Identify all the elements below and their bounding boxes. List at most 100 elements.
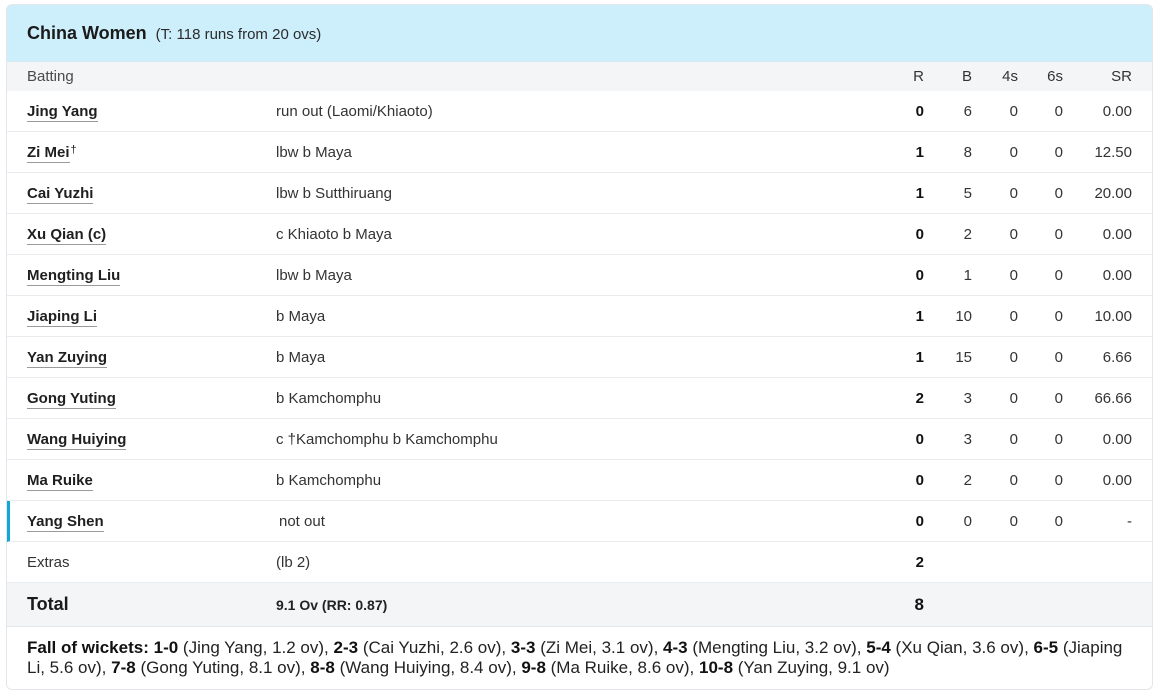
batter-name-cell: Gong Yuting xyxy=(27,389,116,409)
balls-cell: 15 xyxy=(955,348,972,366)
strike-rate-cell: 0.00 xyxy=(1102,225,1132,243)
sixes-cell: 0 xyxy=(1054,102,1063,120)
batter-name-cell: Cai Yuzhi xyxy=(27,184,94,204)
wicket-score: 3-3 xyxy=(510,638,536,657)
strike-rate-cell: 10.00 xyxy=(1094,307,1132,325)
wicket-detail: (Gong Yuting, 8.1 ov) xyxy=(140,658,301,677)
strike-rate-cell: 66.66 xyxy=(1094,389,1132,407)
strike-rate-cell: 0.00 xyxy=(1102,102,1132,120)
batter-list: Jing Yang run out (Laomi/Khiaoto) 0 6 0 0 0.00… xyxy=(7,91,1152,542)
batter-name-link[interactable]: Yan Zuying xyxy=(27,348,108,368)
wicket-detail: (Xu Qian, 3.6 ov) xyxy=(895,638,1025,657)
fours-cell: 0 xyxy=(1009,512,1018,530)
extras-label: Extras xyxy=(27,553,70,571)
balls-cell: 3 xyxy=(963,430,972,448)
wicket-detail: (Ma Ruike, 8.6 ov) xyxy=(550,658,690,677)
wicket-score: 6-5 xyxy=(1033,638,1059,657)
balls-cell: 0 xyxy=(963,512,972,530)
batter-name-link[interactable]: Jiaping Li xyxy=(27,307,98,327)
wicketkeeper-mark: † xyxy=(70,143,77,156)
team-header: China Women (T: 118 runs from 20 ovs) xyxy=(7,5,1152,62)
batter-name-link[interactable]: Mengting Liu xyxy=(27,266,121,286)
batter-name-link[interactable]: Zi Mei xyxy=(27,143,70,163)
runs-cell: 1 xyxy=(915,348,924,366)
dismissal-text: lbw b Maya xyxy=(276,266,352,284)
batter-name-link[interactable]: Jing Yang xyxy=(27,102,98,122)
fours-cell: 0 xyxy=(1009,471,1018,489)
batter-name-cell: Xu Qian (c) xyxy=(27,225,107,245)
fours-cell: 0 xyxy=(1009,225,1018,243)
sixes-cell: 0 xyxy=(1054,389,1063,407)
wicket-detail: (Yan Zuying, 9.1 ov) xyxy=(737,658,890,677)
target-info: (T: 118 runs from 20 ovs) xyxy=(155,25,322,43)
balls-cell: 2 xyxy=(963,471,972,489)
fours-cell: 0 xyxy=(1009,430,1018,448)
batter-row: Yan Zuying b Maya 1 15 0 0 6.66 xyxy=(7,337,1152,378)
runs-cell: 0 xyxy=(915,512,924,530)
strike-rate-cell: 0.00 xyxy=(1102,471,1132,489)
strike-rate-cell: 20.00 xyxy=(1094,184,1132,202)
wicket-score: 5-4 xyxy=(866,638,891,657)
batting-header-row: Batting R B 4s 6s SR xyxy=(7,62,1152,91)
dismissal-text: lbw b Sutthiruang xyxy=(276,184,392,202)
fall-of-wickets-label: Fall of wickets: xyxy=(27,638,149,657)
fours-cell: 0 xyxy=(1009,348,1018,366)
batter-name-link[interactable]: Yang Shen xyxy=(27,512,104,532)
strike-rate-cell: 0.00 xyxy=(1102,430,1132,448)
dismissal-text: run out (Laomi/Khiaoto) xyxy=(276,102,433,120)
balls-cell: 1 xyxy=(963,266,972,284)
batter-row: Xu Qian (c) c Khiaoto b Maya 0 2 0 0 0.00 xyxy=(7,214,1152,255)
dismissal-text: b Maya xyxy=(276,348,326,366)
batter-row: Wang Huiying c †Kamchomphu b Kamchomphu 0 3… xyxy=(7,419,1152,460)
runs-cell: 0 xyxy=(915,225,924,243)
wicket-score: 8-8 xyxy=(310,658,335,677)
batter-row: Zi Mei† lbw b Maya 1 8 0 0 12.50 xyxy=(7,132,1152,173)
wicket-detail: (Wang Huiying, 8.4 ov) xyxy=(339,658,512,677)
balls-column-header: B xyxy=(961,68,972,85)
batter-name-link[interactable]: Xu Qian (c) xyxy=(27,225,107,245)
batter-name-cell: Zi Mei† xyxy=(27,143,77,163)
sixes-cell: 0 xyxy=(1054,348,1063,366)
dismissal-text: not out xyxy=(279,512,325,530)
strike-rate-cell: - xyxy=(1127,512,1132,530)
batter-name-cell: Ma Ruike xyxy=(27,471,93,491)
total-row: Total 9.1 Ov (RR: 0.87) 8 xyxy=(7,583,1152,627)
strike-rate-column-header: SR xyxy=(1111,68,1132,85)
sixes-cell: 0 xyxy=(1054,184,1063,202)
batter-row: Mengting Liu lbw b Maya 0 1 0 0 0.00 xyxy=(7,255,1152,296)
sixes-cell: 0 xyxy=(1054,307,1063,325)
runs-cell: 0 xyxy=(915,266,924,284)
runs-cell: 1 xyxy=(915,143,924,161)
fours-cell: 0 xyxy=(1009,389,1018,407)
batter-row: Ma Ruike b Kamchomphu 0 2 0 0 0.00 xyxy=(7,460,1152,501)
balls-cell: 2 xyxy=(963,225,972,243)
sixes-cell: 0 xyxy=(1054,225,1063,243)
total-label: Total xyxy=(27,594,69,614)
fours-cell: 0 xyxy=(1009,266,1018,284)
batter-row: Cai Yuzhi lbw b Sutthiruang 1 5 0 0 20.00 xyxy=(7,173,1152,214)
batter-name-cell: Yang Shen xyxy=(27,512,104,532)
sixes-cell: 0 xyxy=(1054,266,1063,284)
extras-detail: (lb 2) xyxy=(276,553,311,571)
sixes-cell: 0 xyxy=(1054,430,1063,448)
batter-name-link[interactable]: Wang Huiying xyxy=(27,430,127,450)
runs-cell: 0 xyxy=(915,430,924,448)
batter-row: Yang Shen not out 0 0 0 0 - xyxy=(7,501,1152,542)
batter-row: Jiaping Li b Maya 1 10 0 0 10.00 xyxy=(7,296,1152,337)
batter-name-link[interactable]: Cai Yuzhi xyxy=(27,184,94,204)
balls-cell: 8 xyxy=(963,143,972,161)
batter-name-link[interactable]: Ma Ruike xyxy=(27,471,93,491)
batter-name-link[interactable]: Gong Yuting xyxy=(27,389,116,409)
batter-name-cell: Yan Zuying xyxy=(27,348,108,368)
batter-name-cell: Wang Huiying xyxy=(27,430,127,450)
fours-cell: 0 xyxy=(1009,307,1018,325)
wicket-score: 9-8 xyxy=(521,658,546,677)
fall-of-wickets: Fall of wickets: 1-0 (Jing Yang, 1.2 ov)… xyxy=(27,638,1123,677)
sixes-cell: 0 xyxy=(1054,471,1063,489)
wicket-score: 4-3 xyxy=(663,638,688,657)
runs-cell: 1 xyxy=(915,184,924,202)
batter-name-cell: Jiaping Li xyxy=(27,307,98,327)
balls-cell: 3 xyxy=(963,389,972,407)
dismissal-text: lbw b Maya xyxy=(276,143,352,161)
sixes-cell: 0 xyxy=(1054,512,1063,530)
